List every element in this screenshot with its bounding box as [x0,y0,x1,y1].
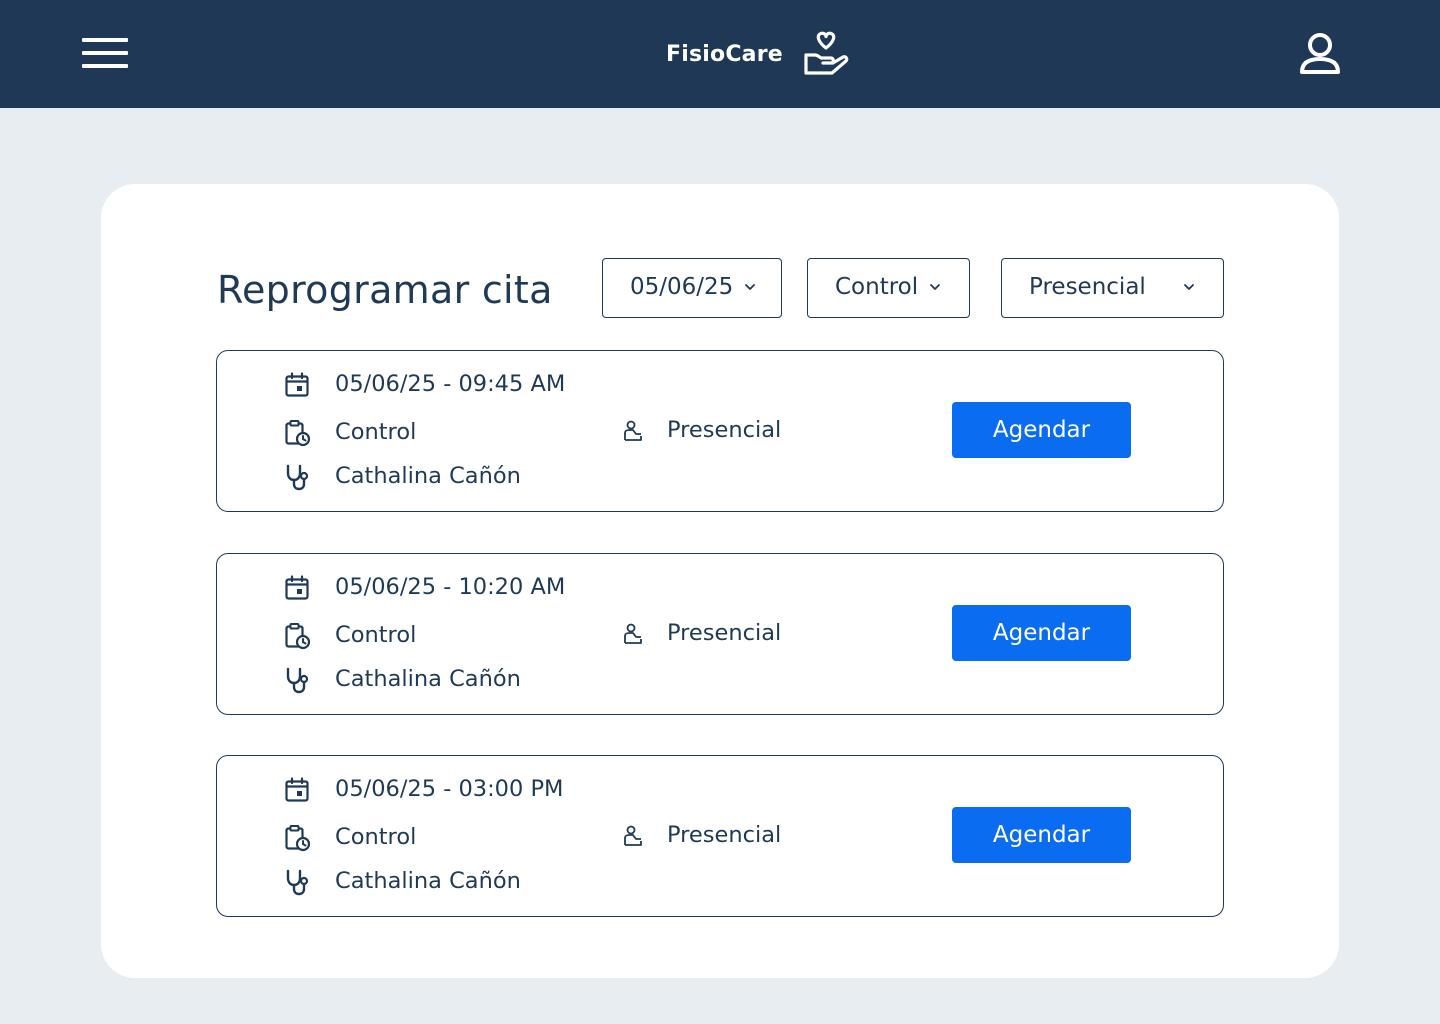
appointment-slot-card: 05/06/25 - 09:45 AM Control Cathalina Ca… [216,350,1224,512]
appointment-slot-card: 05/06/25 - 03:00 PM Control Cathalina Ca… [216,755,1224,917]
calendar-icon [285,777,309,802]
slot-modality: Presencial [667,417,782,443]
slot-modality: Presencial [667,620,782,646]
hamburger-menu-icon[interactable] [80,36,130,70]
calendar-icon [285,372,309,397]
heart-in-hand-icon [803,31,849,77]
in-person-patient-icon [624,825,642,846]
slot-modality: Presencial [667,822,782,848]
slot-professional: Cathalina Cañón [335,868,521,894]
brand-name: FisioCare [666,41,783,67]
appointment-slot-card: 05/06/25 - 10:20 AM Control Cathalina Ca… [216,553,1224,715]
modality-filter-dropdown[interactable]: Presencial [1001,258,1224,318]
book-appointment-button[interactable]: Agendar [952,402,1131,458]
slot-professional: Cathalina Cañón [335,666,521,692]
book-appointment-button[interactable]: Agendar [952,605,1131,661]
stethoscope-icon [286,464,309,491]
clipboard-clock-icon [285,623,311,650]
appointment-type-filter-value: Control [835,274,919,300]
slot-appointment-type: Control [335,622,417,648]
slot-datetime: 05/06/25 - 10:20 AM [335,574,566,600]
stethoscope-icon [286,869,309,896]
reschedule-card: Reprogramar cita 05/06/25 Control Presen… [101,184,1339,978]
date-filter-value: 05/06/25 [630,274,734,300]
stethoscope-icon [286,667,309,694]
appointment-type-filter-dropdown[interactable]: Control [807,258,970,318]
chevron-down-icon [1184,284,1194,290]
in-person-patient-icon [624,623,642,644]
clipboard-clock-icon [285,825,311,852]
chevron-down-icon [745,284,755,290]
clipboard-clock-icon [285,420,311,447]
date-filter-dropdown[interactable]: 05/06/25 [602,258,782,318]
user-profile-icon[interactable] [1296,32,1344,76]
modality-filter-value: Presencial [1029,274,1146,300]
slot-datetime: 05/06/25 - 03:00 PM [335,776,564,802]
brand[interactable]: FisioCare [666,30,849,78]
slot-appointment-type: Control [335,824,417,850]
book-appointment-button[interactable]: Agendar [952,807,1131,863]
slot-datetime: 05/06/25 - 09:45 AM [335,371,566,397]
slot-appointment-type: Control [335,419,417,445]
page-title: Reprogramar cita [217,268,553,312]
slot-professional: Cathalina Cañón [335,463,521,489]
in-person-patient-icon [624,420,642,441]
top-navigation-bar: FisioCare [0,0,1440,108]
chevron-down-icon [930,284,940,290]
calendar-icon [285,575,309,600]
